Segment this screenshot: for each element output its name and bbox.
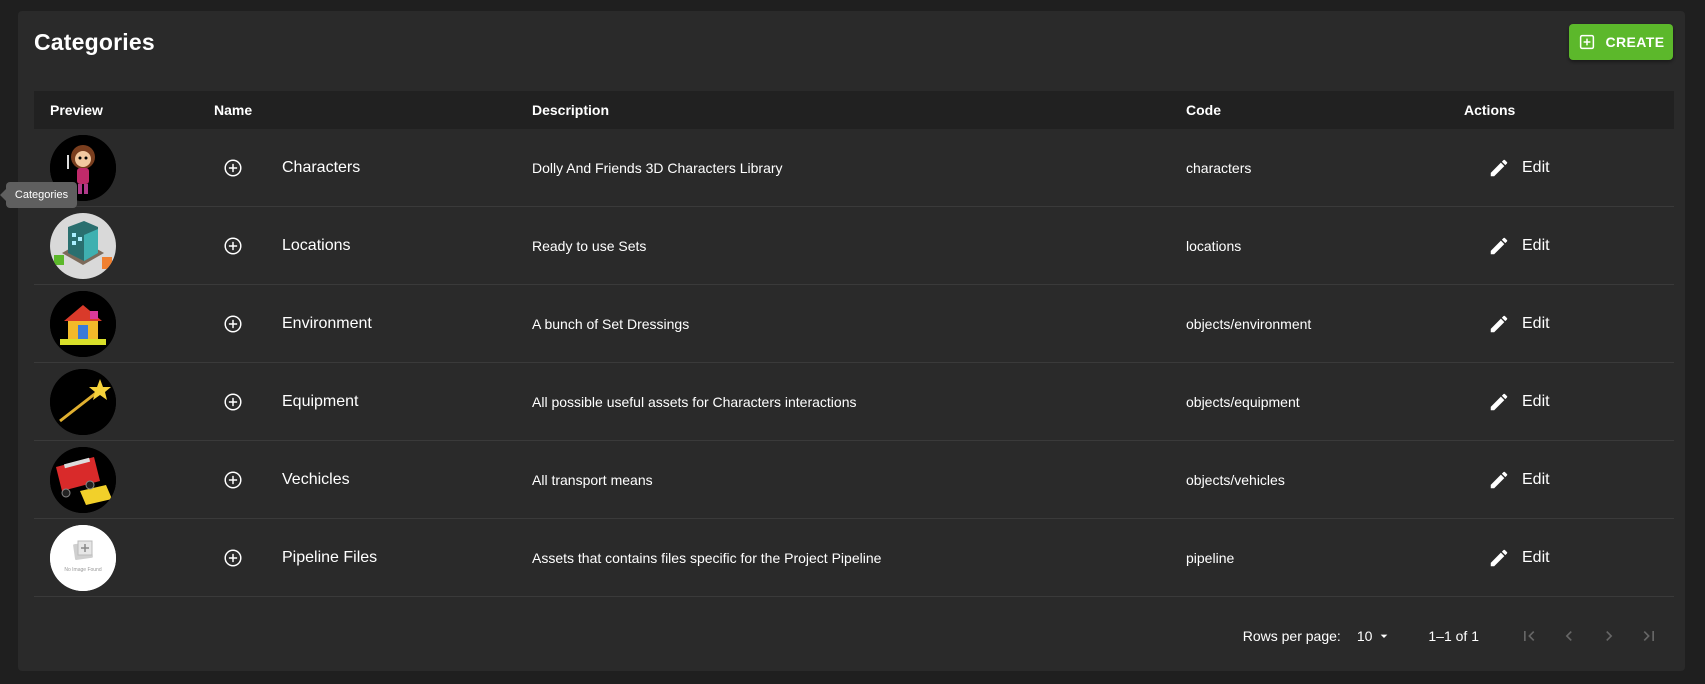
category-name: Environment (282, 314, 372, 332)
first-page-icon (1524, 631, 1535, 641)
pencil-icon (1490, 471, 1508, 488)
edit-label: Edit (1522, 470, 1550, 488)
table-row[interactable]: Environment A bunch of Set Dressings obj… (34, 285, 1674, 363)
add-circle-icon[interactable] (222, 391, 244, 413)
chevron-left-icon (1565, 631, 1572, 641)
table-row[interactable]: No Image Found Pipeline Files Assets tha… (34, 519, 1674, 597)
edit-button[interactable]: Edit (1482, 156, 1556, 180)
dropdown-arrow-icon (1381, 634, 1388, 638)
category-name: Characters (282, 158, 361, 176)
category-description: Assets that contains files specific for … (532, 549, 882, 566)
last-page-icon (1643, 631, 1654, 641)
add-circle-icon[interactable] (222, 547, 244, 569)
category-description: All transport means (532, 471, 653, 488)
previous-page-button[interactable] (1549, 621, 1589, 651)
category-code: locations (1186, 237, 1242, 254)
last-page-button[interactable] (1629, 621, 1669, 651)
table-row[interactable]: Locations Ready to use Sets locations Ed… (34, 207, 1674, 285)
add-box-icon (1579, 34, 1594, 50)
add-circle-icon[interactable] (222, 313, 244, 335)
edit-button[interactable]: Edit (1482, 390, 1556, 414)
category-code: objects/vehicles (1186, 471, 1285, 488)
header-code: Code (1186, 102, 1221, 118)
no-image-text: No Image Found (64, 567, 101, 573)
table-header: Preview Name Description Code Actions (34, 91, 1674, 129)
edit-label: Edit (1522, 236, 1550, 254)
edit-label: Edit (1522, 548, 1550, 566)
category-code: objects/equipment (1186, 393, 1300, 410)
pencil-icon (1490, 315, 1508, 332)
pencil-icon (1490, 159, 1508, 176)
add-circle-icon[interactable] (222, 469, 244, 491)
rows-per-page-label: Rows per page: (1242, 628, 1341, 644)
create-button[interactable]: CREATE (1569, 24, 1673, 60)
header-description: Description (532, 102, 610, 118)
edit-label: Edit (1522, 392, 1550, 410)
header-name: Name (214, 102, 253, 118)
category-code: pipeline (1186, 549, 1235, 566)
category-description: A bunch of Set Dressings (532, 315, 690, 332)
no-image-thumbnail[interactable]: No Image Found (50, 524, 116, 591)
building-thumbnail[interactable] (50, 212, 116, 279)
pencil-icon (1490, 237, 1508, 254)
rows-per-page-select[interactable]: 10 (1357, 628, 1393, 644)
category-code: characters (1186, 159, 1252, 176)
page-title: Categories (34, 29, 155, 55)
category-name: Equipment (282, 392, 359, 410)
categories-panel: Categories CREATE Preview Name Descripti… (18, 11, 1685, 671)
category-code: objects/environment (1186, 315, 1312, 332)
category-description: Ready to use Sets (532, 237, 647, 254)
category-name: Vechicles (282, 470, 350, 488)
table-row[interactable]: Characters Dolly And Friends 3D Characte… (34, 129, 1674, 207)
category-description: All possible useful assets for Character… (532, 393, 857, 410)
edit-button[interactable]: Edit (1482, 234, 1556, 258)
edit-button[interactable]: Edit (1482, 312, 1556, 336)
edit-button[interactable]: Edit (1482, 468, 1556, 492)
add-circle-icon[interactable] (222, 157, 244, 179)
pencil-icon (1490, 393, 1508, 410)
table-row[interactable]: Equipment All possible useful assets for… (34, 363, 1674, 441)
chevron-right-icon (1606, 631, 1613, 641)
category-name: Pipeline Files (282, 548, 378, 566)
firetruck-thumbnail[interactable] (50, 446, 116, 513)
edit-label: Edit (1522, 158, 1550, 176)
page-range: 1–1 of 1 (1428, 628, 1479, 644)
first-page-button[interactable] (1509, 621, 1549, 651)
pagination: Rows per page: 10 1–1 of 1 (1243, 621, 1669, 651)
rows-per-page-value: 10 (1356, 628, 1373, 644)
next-page-button[interactable] (1589, 621, 1629, 651)
categories-table: Preview Name Description Code Actions Ch… (34, 91, 1674, 597)
create-button-label: CREATE (1605, 34, 1665, 50)
header-preview: Preview (50, 102, 103, 118)
magic-wand-thumbnail[interactable] (50, 368, 116, 435)
table-row[interactable]: Vechicles All transport means objects/ve… (34, 441, 1674, 519)
pencil-icon (1490, 549, 1508, 566)
edit-button[interactable]: Edit (1482, 546, 1556, 570)
tooltip: Categories (0, 182, 77, 208)
add-circle-icon[interactable] (222, 235, 244, 257)
edit-label: Edit (1522, 314, 1550, 332)
category-name: Locations (282, 236, 351, 254)
header-actions: Actions (1464, 102, 1516, 118)
category-description: Dolly And Friends 3D Characters Library (532, 159, 783, 176)
playhouse-thumbnail[interactable] (50, 290, 116, 357)
